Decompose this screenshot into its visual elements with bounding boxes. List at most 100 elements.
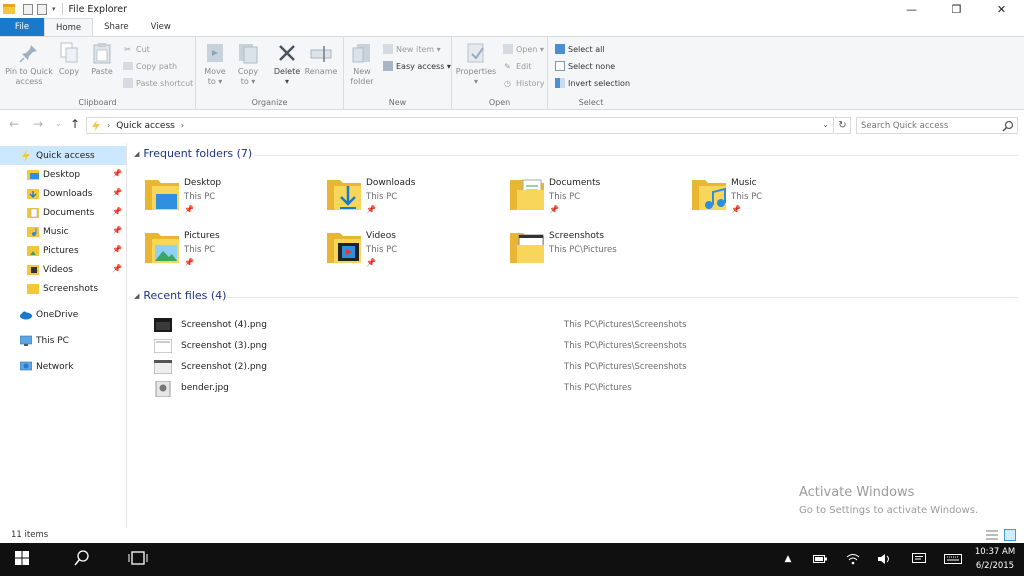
- easy-access-button[interactable]: Easy access ▾: [382, 59, 451, 73]
- paste-shortcut-button[interactable]: Paste shortcut: [122, 76, 193, 90]
- volume-icon[interactable]: [877, 552, 891, 566]
- history-button[interactable]: ◷ History: [502, 76, 544, 90]
- nav-screenshots[interactable]: Screenshots: [0, 279, 126, 298]
- up-button[interactable]: ↑: [70, 117, 80, 131]
- tab-file[interactable]: File: [0, 18, 44, 36]
- pin-icon[interactable]: 📌: [112, 188, 122, 197]
- frequent-folders-header[interactable]: ◢ Frequent folders (7): [134, 147, 252, 160]
- minimize-button[interactable]: —: [889, 0, 934, 18]
- task-view-icon: [128, 551, 148, 568]
- restore-button[interactable]: ❐: [934, 0, 979, 18]
- copy-icon: [58, 41, 80, 65]
- show-hidden-icons-icon[interactable]: ▲: [781, 552, 795, 566]
- select-all-button[interactable]: Select all: [554, 42, 605, 56]
- copy-button[interactable]: Copy: [58, 41, 80, 77]
- forward-button[interactable]: →: [33, 117, 43, 131]
- nav-downloads[interactable]: Downloads 📌: [0, 184, 126, 203]
- copy-to-button[interactable]: Copy to ▾: [235, 41, 261, 87]
- delete-button[interactable]: Delete ▾: [274, 41, 300, 87]
- clock-time[interactable]: 10:37 AM: [970, 547, 1020, 557]
- image-file-icon: [154, 318, 172, 332]
- pin-to-quick-access-button[interactable]: Pin to Quick access: [4, 41, 54, 87]
- address-dropdown-icon[interactable]: ⌄: [822, 120, 829, 129]
- collapse-caret-icon[interactable]: ◢: [134, 292, 139, 300]
- rename-button[interactable]: Rename: [304, 41, 338, 77]
- tab-view[interactable]: View: [140, 18, 182, 36]
- file-row-screenshot-2[interactable]: Screenshot (2).png This PC\Pictures\Scre…: [150, 357, 850, 377]
- tab-share[interactable]: Share: [93, 18, 140, 36]
- file-row-screenshot-4[interactable]: Screenshot (4).png This PC\Pictures\Scre…: [150, 315, 850, 335]
- pin-icon[interactable]: 📌: [112, 169, 122, 178]
- move-to-button[interactable]: Move to ▾: [202, 41, 228, 87]
- search-taskbar-button[interactable]: [60, 543, 104, 576]
- task-view-button[interactable]: [116, 543, 160, 576]
- nav-this-pc[interactable]: This PC: [0, 331, 126, 350]
- recent-locations-button[interactable]: ⌄: [55, 119, 62, 128]
- pin-icon[interactable]: 📌: [366, 258, 376, 267]
- refresh-button[interactable]: ↻: [835, 117, 851, 134]
- folder-tile-screenshots[interactable]: Screenshots This PC\Pictures: [499, 227, 679, 273]
- action-center-icon[interactable]: [912, 552, 926, 566]
- clock-date[interactable]: 6/2/2015: [970, 561, 1020, 571]
- address-bar[interactable]: › Quick access › ⌄: [86, 117, 834, 134]
- search-icon[interactable]: [1002, 120, 1014, 132]
- pin-icon[interactable]: 📌: [731, 205, 741, 214]
- pin-icon[interactable]: 📌: [112, 226, 122, 235]
- folder-tile-pictures[interactable]: Pictures This PC 📌: [134, 227, 314, 273]
- pin-icon[interactable]: 📌: [112, 207, 122, 216]
- copy-path-button[interactable]: Copy path: [122, 59, 177, 73]
- new-item-button[interactable]: New item ▾: [382, 42, 441, 56]
- nav-quick-access[interactable]: Quick access: [0, 146, 126, 165]
- search-input[interactable]: [856, 117, 1018, 134]
- details-view-icon[interactable]: [986, 529, 998, 541]
- title-bar[interactable]: ▾ File Explorer — ❐ ✕: [0, 0, 1024, 18]
- nav-music[interactable]: Music 📌: [0, 222, 126, 241]
- folder-tile-videos[interactable]: Videos This PC 📌: [316, 227, 496, 273]
- open-icon: [502, 44, 513, 55]
- battery-icon[interactable]: [813, 552, 827, 566]
- close-button[interactable]: ✕: [979, 0, 1024, 18]
- cut-button[interactable]: ✂ Cut: [122, 42, 150, 56]
- folder-tile-desktop[interactable]: Desktop This PC 📌: [134, 174, 314, 220]
- back-button[interactable]: ←: [9, 117, 19, 131]
- nav-documents[interactable]: Documents 📌: [0, 203, 126, 222]
- recent-files-header[interactable]: ◢ Recent files (4): [134, 289, 226, 302]
- nav-network[interactable]: Network: [0, 357, 126, 376]
- folder-tile-documents[interactable]: Documents This PC 📌: [499, 174, 679, 220]
- folder-tile-music[interactable]: Music This PC 📌: [681, 174, 861, 220]
- new-folder-button[interactable]: New folder: [348, 41, 376, 87]
- customize-quick-access-icon[interactable]: ▾: [52, 5, 56, 13]
- pin-icon[interactable]: 📌: [112, 264, 122, 273]
- open-button[interactable]: Open ▾: [502, 42, 544, 56]
- large-icons-view-icon[interactable]: [1004, 529, 1016, 541]
- pin-icon[interactable]: 📌: [184, 205, 194, 214]
- nav-pictures[interactable]: Pictures 📌: [0, 241, 126, 260]
- nav-desktop[interactable]: Desktop 📌: [0, 165, 126, 184]
- wifi-icon[interactable]: [846, 552, 860, 566]
- nav-videos[interactable]: Videos 📌: [0, 260, 126, 279]
- collapse-caret-icon[interactable]: ◢: [134, 150, 139, 158]
- paste-button[interactable]: Paste: [90, 41, 114, 77]
- address-chevron-end-icon[interactable]: ›: [181, 121, 184, 130]
- pin-icon[interactable]: 📌: [112, 245, 122, 254]
- properties-quick-icon[interactable]: [23, 3, 33, 15]
- select-none-button[interactable]: Select none: [554, 59, 615, 73]
- folder-tile-downloads[interactable]: Downloads This PC 📌: [316, 174, 496, 220]
- new-folder-quick-icon[interactable]: [37, 3, 47, 15]
- address-path[interactable]: Quick access: [116, 121, 175, 131]
- edit-button[interactable]: ✎ Edit: [502, 59, 531, 73]
- keyboard-icon[interactable]: [944, 552, 962, 566]
- start-button[interactable]: [0, 543, 44, 576]
- pin-icon[interactable]: 📌: [549, 205, 559, 214]
- nav-onedrive[interactable]: OneDrive: [0, 305, 126, 324]
- properties-button[interactable]: Properties ▾: [456, 41, 496, 87]
- file-row-bender[interactable]: bender.jpg This PC\Pictures: [150, 378, 850, 398]
- invert-selection-button[interactable]: Invert selection: [554, 76, 630, 90]
- item-count: 11 items: [11, 530, 49, 540]
- activate-windows-subtitle: Go to Settings to activate Windows.: [799, 505, 979, 516]
- tab-home[interactable]: Home: [44, 18, 94, 36]
- pin-icon[interactable]: 📌: [184, 258, 194, 267]
- address-chevron-icon[interactable]: ›: [107, 121, 110, 130]
- pin-icon[interactable]: 📌: [366, 205, 376, 214]
- file-row-screenshot-3[interactable]: Screenshot (3).png This PC\Pictures\Scre…: [150, 336, 850, 356]
